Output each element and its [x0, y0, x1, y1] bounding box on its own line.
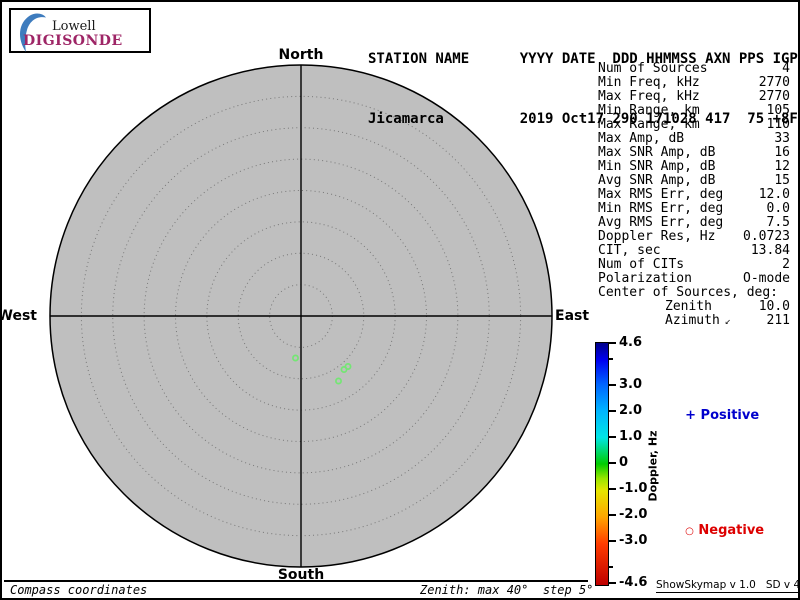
legend-positive-label: Positive: [700, 408, 760, 423]
stat-row: Min Range, km 105: [598, 104, 790, 118]
stat-value: 12.0: [758, 187, 790, 202]
stat-label: Polarization: [598, 271, 692, 286]
stat-label: Min RMS Err, deg: [598, 201, 724, 216]
stat-row: Max Amp, dB 33: [598, 132, 790, 146]
coordinates-mode-label: Compass coordinates: [10, 583, 148, 597]
stat-value: 105: [766, 103, 790, 118]
stat-value: 2770: [758, 75, 790, 90]
stat-row: Max RMS Err, deg 12.0: [598, 188, 790, 202]
stat-row: Min RMS Err, deg 0.0: [598, 202, 790, 216]
north-label: North: [278, 47, 324, 63]
stat-value: 110: [766, 117, 790, 132]
stat-label: Max Freq, kHz: [598, 89, 700, 104]
stat-row: Min SNR Amp, dB 12: [598, 160, 790, 174]
west-label: West: [0, 308, 37, 324]
logo-digisonde-text: DIGISONDE: [23, 33, 123, 49]
stat-label: Num of CITs: [598, 257, 685, 272]
stat-label: Max Range, km: [598, 117, 700, 132]
stat-value: O-mode: [743, 271, 790, 286]
stat-label: Max RMS Err, deg: [598, 187, 724, 202]
stat-label: Min Range, km: [598, 103, 700, 118]
east-label: East: [555, 308, 590, 324]
stat-label: Doppler Res, Hz: [598, 229, 716, 244]
stat-label: Avg SNR Amp, dB: [598, 173, 716, 188]
stat-value: 13.84: [750, 243, 790, 258]
stat-label: Max Amp, dB: [598, 131, 685, 146]
stat-row: Min Freq, kHz 2770: [598, 76, 790, 90]
stats-panel: Num of Sources 4 Min Freq, kHz 2770 Max …: [598, 62, 790, 328]
stat-value: 0.0: [766, 201, 790, 216]
zenith-range-label: Zenith: max 40° step 5°: [420, 583, 594, 597]
doppler-colorbar: [595, 342, 609, 586]
positive-symbol-icon: +: [685, 408, 697, 423]
stat-row: Avg RMS Err, deg 7.5: [598, 216, 790, 230]
stat-row: Doppler Res, Hz 0.0723: [598, 230, 790, 244]
stat-row: Polarization O-mode: [598, 272, 790, 286]
stat-label: Zenith: [665, 299, 712, 314]
stat-value: 4: [782, 61, 790, 76]
stat-label: Azimuth: [665, 313, 720, 328]
stat-value: 12: [774, 159, 790, 174]
stat-row: Avg SNR Amp, dB 15: [598, 174, 790, 188]
logo-lowell-text: Lowell: [52, 19, 96, 34]
stat-row-azimuth: Azimuth ↙ 211: [598, 314, 790, 328]
stat-label: Min SNR Amp, dB: [598, 159, 716, 174]
stat-value: 0.0723: [743, 229, 790, 244]
stat-row: Max SNR Amp, dB 16: [598, 146, 790, 160]
stat-row: CIT, sec 13.84: [598, 244, 790, 258]
stat-label: Num of Sources: [598, 61, 708, 76]
stat-label: CIT, sec: [598, 243, 661, 258]
doppler-axis-title: Doppler, Hz: [646, 430, 660, 502]
azimuth-direction-icon: ↙: [724, 316, 731, 327]
stat-value: 7.5: [766, 215, 790, 230]
stat-row: Max Range, km 110: [598, 118, 790, 132]
stat-row: Num of Sources 4: [598, 62, 790, 76]
stat-value: 211: [766, 313, 790, 328]
stat-row: Num of CITs 2: [598, 258, 790, 272]
stat-row-zenith: Zenith 10.0: [598, 300, 790, 314]
stat-value: 2: [782, 257, 790, 272]
stat-label: Center of Sources, deg:: [598, 285, 779, 300]
stat-row: Center of Sources, deg:: [598, 286, 790, 300]
showskymap-window: North South West East Lowell DIGISONDE S…: [0, 0, 800, 600]
legend-negative: ○ Negative: [667, 508, 764, 553]
legend-positive: + Positive: [667, 393, 759, 438]
legend-negative-label: Negative: [698, 523, 765, 538]
footer-divider: [4, 580, 588, 582]
stat-label: Min Freq, kHz: [598, 75, 700, 90]
version-label: ShowSkymap v 1.0 SD v 4.2: [656, 579, 798, 593]
stat-value: 16: [774, 145, 790, 160]
stat-value: 10.0: [758, 299, 790, 314]
negative-symbol-icon: ○: [685, 526, 694, 537]
stat-label: Avg RMS Err, deg: [598, 215, 724, 230]
stat-value: 15: [774, 173, 790, 188]
stat-label: Max SNR Amp, dB: [598, 145, 716, 160]
stat-value: 2770: [758, 89, 790, 104]
stat-row: Max Freq, kHz 2770: [598, 90, 790, 104]
digisonde-logo: Lowell DIGISONDE: [9, 8, 151, 53]
stat-value: 33: [774, 131, 790, 146]
stats-rows: Num of Sources 4 Min Freq, kHz 2770 Max …: [598, 62, 790, 300]
